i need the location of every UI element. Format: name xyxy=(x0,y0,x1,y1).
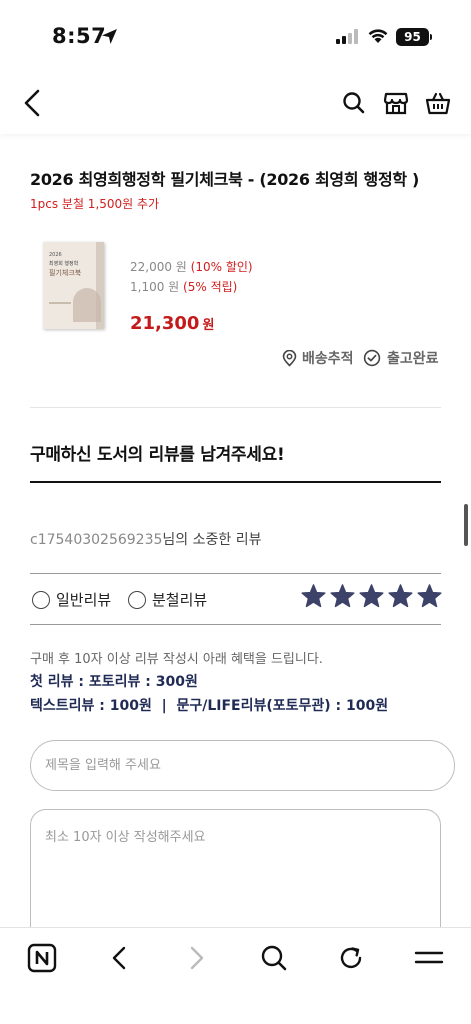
shipped-label: 출고완료 xyxy=(387,351,439,367)
menu-icon[interactable] xyxy=(414,943,444,973)
search-icon[interactable] xyxy=(259,943,289,973)
store-icon[interactable] xyxy=(383,90,409,116)
back-arrow-icon[interactable] xyxy=(104,943,134,973)
shipped-status: 출고완료 xyxy=(363,347,439,369)
reviewer-line: c17540302569235님의 소중한 리뷰 xyxy=(30,529,261,549)
review-type-bottom-rule xyxy=(30,624,441,625)
review-section-title: 구매하신 도서의 리뷰를 남겨주세요! xyxy=(30,445,285,465)
browser-bottom-bar xyxy=(0,927,471,1024)
book-cover-image: 2026 최영희 행정학 필기체크북 xyxy=(43,242,104,329)
benefit-first-review: 첫 리뷰 : 포토리뷰 : 300원 xyxy=(30,674,198,690)
radio-binding-review[interactable]: 분철리뷰 xyxy=(128,589,207,610)
product-title: 2026 최영희행정학 필기체크북 - (2026 최영희 행정학 ) xyxy=(30,170,420,189)
star-icon[interactable] xyxy=(417,584,442,609)
refresh-icon[interactable] xyxy=(336,943,366,973)
location-arrow-icon xyxy=(102,29,117,44)
cover-title: 필기체크북 xyxy=(49,269,82,277)
status-time: 8:57 xyxy=(52,24,107,48)
review-title-input[interactable] xyxy=(30,740,455,791)
original-price-row: 22,000 원 (10% 할인) xyxy=(130,258,253,275)
track-delivery-label: 배송추적 xyxy=(302,351,354,367)
radio-binding-label: 분철리뷰 xyxy=(152,591,208,609)
check-circle-icon xyxy=(363,349,381,367)
location-pin-icon xyxy=(282,349,297,366)
benefit-intro: 구매 후 10자 이상 리뷰 작성시 아래 혜택을 드립니다. xyxy=(30,652,323,667)
final-price-row: 21,300 원 xyxy=(130,313,214,334)
naver-n-icon[interactable] xyxy=(27,943,57,973)
battery-tip xyxy=(430,34,432,40)
section-title-rule xyxy=(30,481,441,483)
section-divider xyxy=(30,407,441,408)
star-icon[interactable] xyxy=(301,584,326,609)
final-price: 21,300 xyxy=(130,313,200,334)
cover-author: 최영희 행정학 xyxy=(49,261,79,267)
cellular-signal-icon xyxy=(336,29,358,44)
star-rating[interactable] xyxy=(301,584,442,609)
point-amount: 1,100 원 xyxy=(130,280,180,294)
battery-indicator: 95 xyxy=(396,28,429,46)
search-icon[interactable] xyxy=(341,90,367,116)
radio-button[interactable] xyxy=(32,590,50,609)
forward-arrow-icon xyxy=(190,946,204,970)
top-nav-bar xyxy=(0,78,471,134)
status-bar: 8:57 95 xyxy=(0,0,471,78)
reviewer-suffix: 님의 소중한 리뷰 xyxy=(162,532,262,548)
star-icon[interactable] xyxy=(359,584,384,609)
chevron-left-icon[interactable] xyxy=(20,88,46,118)
scrollbar-thumb[interactable] xyxy=(464,504,468,546)
star-icon[interactable] xyxy=(388,584,413,609)
basket-icon[interactable] xyxy=(425,90,451,116)
star-icon[interactable] xyxy=(330,584,355,609)
promo-text: 1pcs 분철 1,500원 추가 xyxy=(30,197,160,211)
cover-year: 2026 xyxy=(49,252,62,258)
point-rate: (5% 적립) xyxy=(183,280,238,294)
radio-general-label: 일반리뷰 xyxy=(56,591,112,609)
cover-decoration xyxy=(73,288,101,322)
radio-button[interactable] xyxy=(128,590,146,609)
benefit-text-review: 텍스트리뷰 : 100원 | 문구/LIFE리뷰(포토무관) : 100원 xyxy=(30,698,389,714)
discount-rate: (10% 할인) xyxy=(190,260,253,274)
reviewer-id: c17540302569235 xyxy=(30,532,163,548)
point-row: 1,100 원 (5% 적립) xyxy=(130,278,237,295)
radio-general-review[interactable]: 일반리뷰 xyxy=(32,589,111,610)
track-delivery-button[interactable]: 배송추적 xyxy=(281,347,354,369)
cover-line xyxy=(49,302,71,304)
original-price: 22,000 원 xyxy=(130,260,187,274)
wifi-icon xyxy=(368,29,388,43)
review-type-top-rule xyxy=(30,573,441,574)
final-price-unit: 원 xyxy=(202,318,215,333)
